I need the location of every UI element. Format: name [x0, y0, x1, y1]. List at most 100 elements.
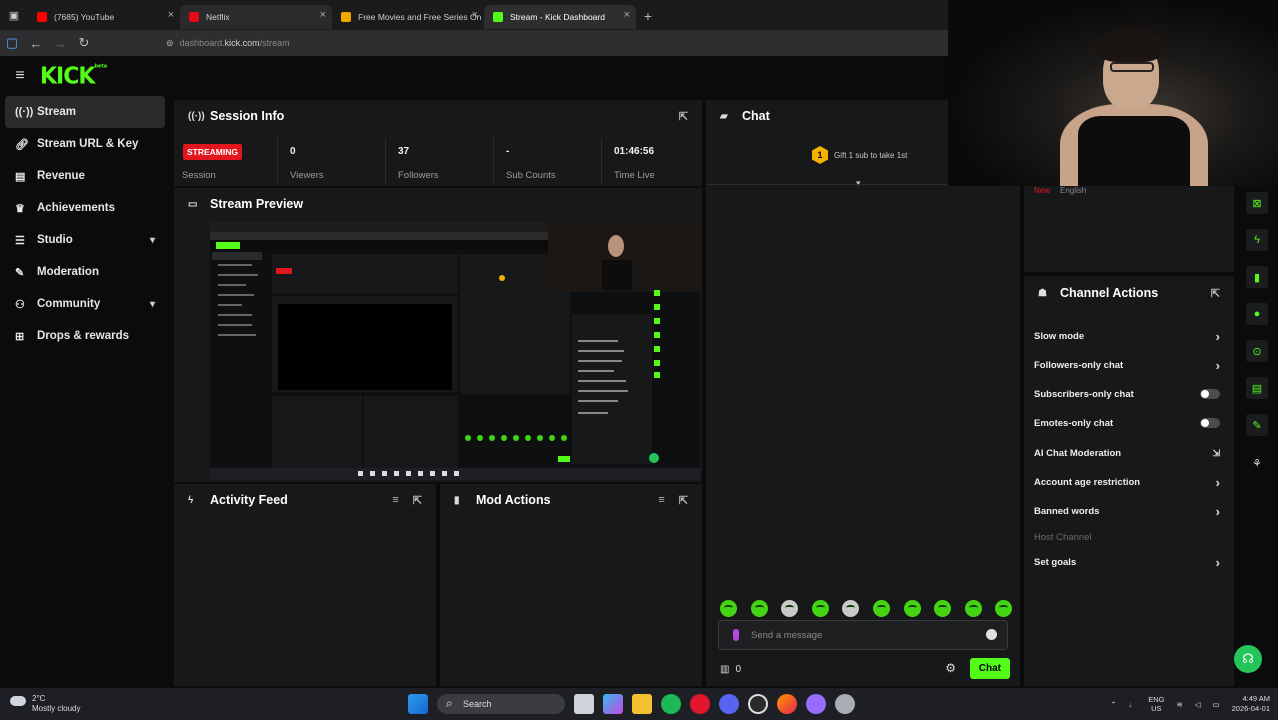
- chevron-down-icon[interactable]: ▾: [150, 235, 155, 246]
- reload-icon[interactable]: ↻: [72, 35, 96, 51]
- stream-preview-video[interactable]: [210, 222, 700, 480]
- close-tab-icon[interactable]: ×: [624, 9, 630, 21]
- followers-only-item[interactable]: Followers-only chat ›: [1034, 355, 1224, 375]
- youtube-favicon-icon: [37, 12, 47, 22]
- emote-icon[interactable]: [781, 600, 799, 617]
- fullscreen-icon[interactable]: ⊠: [1246, 192, 1268, 214]
- banned-words-item[interactable]: Banned words ›: [1034, 501, 1224, 521]
- gear-icon[interactable]: ⚙: [945, 661, 956, 675]
- emote-icon[interactable]: [842, 600, 860, 617]
- spotify-icon[interactable]: [661, 694, 681, 714]
- wifi-icon[interactable]: ≋: [1176, 700, 1182, 709]
- url-field[interactable]: ⊜ dashboard.kick.com/stream: [166, 38, 290, 49]
- firefox-icon[interactable]: [777, 694, 797, 714]
- popout-icon[interactable]: ⇱: [679, 110, 688, 123]
- popout-icon[interactable]: ⇱: [413, 494, 422, 507]
- tab-actions-icon[interactable]: ▣: [0, 0, 28, 30]
- steam-icon[interactable]: [835, 694, 855, 714]
- emotes-only-toggle[interactable]: [1200, 418, 1220, 428]
- emote-icon[interactable]: [720, 600, 737, 617]
- mod-actions-panel: ▮ Mod Actions ≡ ⇱: [440, 484, 702, 686]
- kick-logo[interactable]: KICKbeta: [40, 63, 107, 89]
- site-info-icon[interactable]: ⊜: [166, 38, 174, 49]
- workspaces-icon[interactable]: ▢: [0, 35, 24, 51]
- emote-icon[interactable]: [934, 600, 952, 617]
- points-icon[interactable]: ▥: [720, 664, 729, 675]
- sidebar-item-community[interactable]: ⚇ Community ▾: [5, 288, 165, 320]
- discord-icon[interactable]: [719, 694, 739, 714]
- channel-actions-panel: ☗ Channel Actions ⇱ Slow mode › Follower…: [1024, 276, 1234, 686]
- close-tab-icon[interactable]: ×: [168, 9, 174, 21]
- bolt-icon[interactable]: ϟ: [1246, 229, 1268, 251]
- windows-start-icon[interactable]: [408, 694, 428, 714]
- sidebar-item-stream-url-key[interactable]: 🔗︎ Stream URL & Key: [5, 128, 165, 160]
- tab-youtube[interactable]: (7685) YouTube ×: [28, 5, 180, 29]
- emote-icon[interactable]: [872, 600, 890, 617]
- back-icon[interactable]: ←: [24, 36, 48, 51]
- support-chat-button[interactable]: ☊: [1234, 645, 1262, 673]
- emote-icon[interactable]: [811, 600, 829, 617]
- chat-icon[interactable]: ●: [1246, 303, 1268, 325]
- slow-mode-item[interactable]: Slow mode ›: [1034, 326, 1224, 346]
- host-channel-item: Host Channel: [1034, 527, 1224, 547]
- sidebar-item-drops-rewards[interactable]: ⊞ Drops & rewards: [5, 320, 165, 352]
- emoji-icon[interactable]: [986, 629, 997, 640]
- microphone-icon[interactable]: [733, 629, 739, 641]
- chevron-right-icon: ›: [1215, 357, 1220, 373]
- ai-chat-moderation-item[interactable]: AI Chat Moderation ⇲: [1034, 443, 1224, 463]
- filter-icon[interactable]: ≡: [392, 494, 398, 507]
- menu-icon[interactable]: ≡: [0, 67, 40, 85]
- tab-free-movies[interactable]: Free Movies and Free Series On ×: [332, 5, 484, 29]
- tab-netflix[interactable]: Netflix ×: [180, 5, 332, 29]
- sidebar-item-moderation[interactable]: ✎ Moderation: [5, 256, 165, 288]
- chevron-down-icon[interactable]: ▾: [150, 299, 155, 310]
- emote-icon[interactable]: [995, 600, 1013, 617]
- tab-label: Netflix: [206, 12, 230, 22]
- wrench-icon[interactable]: ✎: [1246, 414, 1268, 436]
- url-text: dashboard.kick.com/stream: [179, 38, 290, 48]
- sidebar-item-studio[interactable]: ☰ Studio ▾: [5, 224, 165, 256]
- language-indicator[interactable]: ENG US: [1148, 695, 1164, 713]
- battery-icon[interactable]: ▭: [1213, 700, 1220, 709]
- sidebar-item-revenue[interactable]: ▤ Revenue: [5, 160, 165, 192]
- chat-message-input[interactable]: Send a message: [718, 620, 1008, 650]
- forward-icon[interactable]: →: [48, 36, 72, 51]
- system-tray: ⌃ ♩ ENG US ≋ ◁ ▭ 4:49 AM 2026-04-01: [1110, 694, 1270, 714]
- emote-icon[interactable]: [964, 600, 982, 617]
- filter-icon[interactable]: ≡: [658, 494, 664, 507]
- opera-icon[interactable]: [690, 694, 710, 714]
- set-goals-item[interactable]: Set goals ›: [1034, 552, 1224, 572]
- emote-icon[interactable]: [750, 600, 768, 617]
- gift-sub-leaderboard[interactable]: 1 Gift 1 sub to take 1st: [812, 146, 907, 164]
- sidebar-item-achievements[interactable]: ♛ Achievements: [5, 192, 165, 224]
- weather-widget[interactable]: 2°C Mostly cloudy: [10, 694, 80, 714]
- taskbar-search[interactable]: Search: [437, 694, 565, 714]
- shield-icon[interactable]: ▮: [1246, 266, 1268, 288]
- obs-icon[interactable]: [748, 694, 768, 714]
- sidebar-item-stream[interactable]: ((·)) Stream: [5, 96, 165, 128]
- subscribers-only-toggle[interactable]: [1200, 389, 1220, 399]
- tab-kick-dashboard[interactable]: Stream - Kick Dashboard ×: [484, 5, 636, 29]
- new-tab-button[interactable]: +: [636, 8, 660, 24]
- chevron-up-icon[interactable]: ⌃: [1110, 700, 1116, 709]
- volume-icon[interactable]: ◁: [1195, 700, 1201, 709]
- monitor-icon[interactable]: ▤: [1246, 377, 1268, 399]
- dashboard-sidebar: ((·)) Stream 🔗︎ Stream URL & Key ▤ Reven…: [0, 96, 170, 686]
- popout-icon[interactable]: ⇱: [1211, 287, 1220, 300]
- close-tab-icon[interactable]: ×: [472, 9, 478, 21]
- broadcast-icon[interactable]: ⊙: [1246, 340, 1268, 362]
- browser-icon[interactable]: [806, 694, 826, 714]
- add-widget-icon[interactable]: ⚘: [1246, 452, 1268, 474]
- popout-icon[interactable]: ⇱: [679, 494, 688, 507]
- emote-icon[interactable]: [903, 600, 921, 617]
- send-chat-button[interactable]: Chat: [969, 658, 1010, 679]
- panel-header: ϟ Activity Feed ≡ ⇱: [174, 484, 436, 516]
- task-view-icon[interactable]: [574, 694, 594, 714]
- copilot-icon[interactable]: [603, 694, 623, 714]
- file-explorer-icon[interactable]: [632, 694, 652, 714]
- microphone-icon[interactable]: ♩: [1129, 700, 1137, 709]
- action-label: Host Channel: [1034, 531, 1092, 543]
- clock[interactable]: 4:49 AM 2026-04-01: [1232, 694, 1270, 714]
- close-tab-icon[interactable]: ×: [320, 9, 326, 21]
- account-age-item[interactable]: Account age restriction ›: [1034, 472, 1224, 492]
